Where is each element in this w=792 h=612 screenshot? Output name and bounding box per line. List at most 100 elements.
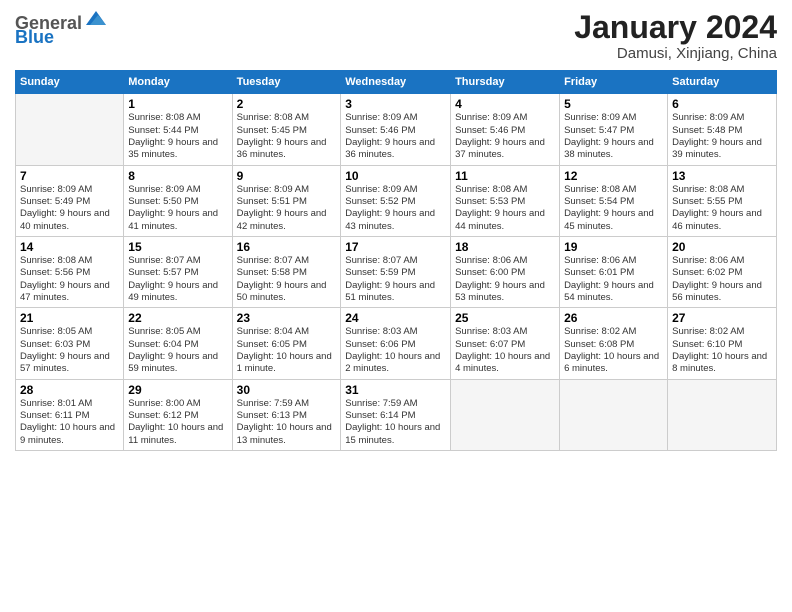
calendar-cell: 11Sunrise: 8:08 AM Sunset: 5:53 PM Dayli… bbox=[451, 165, 560, 236]
calendar-cell: 28Sunrise: 8:01 AM Sunset: 6:11 PM Dayli… bbox=[16, 379, 124, 450]
cell-content: Sunrise: 8:00 AM Sunset: 6:12 PM Dayligh… bbox=[128, 398, 227, 447]
calendar-cell: 22Sunrise: 8:05 AM Sunset: 6:04 PM Dayli… bbox=[124, 308, 232, 379]
calendar-cell: 4Sunrise: 8:09 AM Sunset: 5:46 PM Daylig… bbox=[451, 94, 560, 165]
cell-content: Sunrise: 8:05 AM Sunset: 6:04 PM Dayligh… bbox=[128, 326, 227, 375]
calendar-cell: 19Sunrise: 8:06 AM Sunset: 6:01 PM Dayli… bbox=[560, 236, 668, 307]
cell-content: Sunrise: 8:07 AM Sunset: 5:57 PM Dayligh… bbox=[128, 255, 227, 304]
day-number: 23 bbox=[237, 311, 337, 325]
cell-content: Sunrise: 8:06 AM Sunset: 6:00 PM Dayligh… bbox=[455, 255, 555, 304]
calendar-cell: 18Sunrise: 8:06 AM Sunset: 6:00 PM Dayli… bbox=[451, 236, 560, 307]
day-number: 1 bbox=[128, 97, 227, 111]
cell-content: Sunrise: 8:06 AM Sunset: 6:02 PM Dayligh… bbox=[672, 255, 772, 304]
main-title: January 2024 bbox=[574, 10, 777, 45]
calendar-cell: 9Sunrise: 8:09 AM Sunset: 5:51 PM Daylig… bbox=[232, 165, 341, 236]
calendar-cell bbox=[16, 94, 124, 165]
calendar-cell: 13Sunrise: 8:08 AM Sunset: 5:55 PM Dayli… bbox=[668, 165, 777, 236]
header: General Blue January 2024 Damusi, Xinjia… bbox=[15, 10, 777, 62]
day-number: 21 bbox=[20, 311, 119, 325]
day-number: 15 bbox=[128, 240, 227, 254]
calendar-cell bbox=[668, 379, 777, 450]
cell-content: Sunrise: 8:02 AM Sunset: 6:08 PM Dayligh… bbox=[564, 326, 663, 375]
day-number: 5 bbox=[564, 97, 663, 111]
calendar-cell: 21Sunrise: 8:05 AM Sunset: 6:03 PM Dayli… bbox=[16, 308, 124, 379]
day-number: 24 bbox=[345, 311, 446, 325]
day-number: 6 bbox=[672, 97, 772, 111]
day-header: Saturday bbox=[668, 71, 777, 94]
day-number: 31 bbox=[345, 383, 446, 397]
cell-content: Sunrise: 8:02 AM Sunset: 6:10 PM Dayligh… bbox=[672, 326, 772, 375]
subtitle: Damusi, Xinjiang, China bbox=[574, 45, 777, 62]
day-header: Wednesday bbox=[341, 71, 451, 94]
cell-content: Sunrise: 8:08 AM Sunset: 5:45 PM Dayligh… bbox=[237, 112, 337, 161]
cell-content: Sunrise: 8:05 AM Sunset: 6:03 PM Dayligh… bbox=[20, 326, 119, 375]
day-number: 8 bbox=[128, 169, 227, 183]
cell-content: Sunrise: 8:09 AM Sunset: 5:52 PM Dayligh… bbox=[345, 184, 446, 233]
day-number: 14 bbox=[20, 240, 119, 254]
cell-content: Sunrise: 8:09 AM Sunset: 5:49 PM Dayligh… bbox=[20, 184, 119, 233]
cell-content: Sunrise: 8:06 AM Sunset: 6:01 PM Dayligh… bbox=[564, 255, 663, 304]
calendar-cell: 27Sunrise: 8:02 AM Sunset: 6:10 PM Dayli… bbox=[668, 308, 777, 379]
day-number: 27 bbox=[672, 311, 772, 325]
day-number: 29 bbox=[128, 383, 227, 397]
day-number: 22 bbox=[128, 311, 227, 325]
day-number: 25 bbox=[455, 311, 555, 325]
logo-icon bbox=[84, 7, 108, 31]
cell-content: Sunrise: 8:07 AM Sunset: 5:59 PM Dayligh… bbox=[345, 255, 446, 304]
calendar-cell: 6Sunrise: 8:09 AM Sunset: 5:48 PM Daylig… bbox=[668, 94, 777, 165]
calendar-cell: 16Sunrise: 8:07 AM Sunset: 5:58 PM Dayli… bbox=[232, 236, 341, 307]
calendar-cell: 30Sunrise: 7:59 AM Sunset: 6:13 PM Dayli… bbox=[232, 379, 341, 450]
cell-content: Sunrise: 8:09 AM Sunset: 5:46 PM Dayligh… bbox=[455, 112, 555, 161]
cell-content: Sunrise: 8:07 AM Sunset: 5:58 PM Dayligh… bbox=[237, 255, 337, 304]
cell-content: Sunrise: 8:08 AM Sunset: 5:56 PM Dayligh… bbox=[20, 255, 119, 304]
day-header: Monday bbox=[124, 71, 232, 94]
cell-content: Sunrise: 8:09 AM Sunset: 5:50 PM Dayligh… bbox=[128, 184, 227, 233]
day-number: 2 bbox=[237, 97, 337, 111]
calendar-cell: 25Sunrise: 8:03 AM Sunset: 6:07 PM Dayli… bbox=[451, 308, 560, 379]
calendar-cell: 15Sunrise: 8:07 AM Sunset: 5:57 PM Dayli… bbox=[124, 236, 232, 307]
day-number: 20 bbox=[672, 240, 772, 254]
cell-content: Sunrise: 8:03 AM Sunset: 6:06 PM Dayligh… bbox=[345, 326, 446, 375]
cell-content: Sunrise: 7:59 AM Sunset: 6:13 PM Dayligh… bbox=[237, 398, 337, 447]
title-block: January 2024 Damusi, Xinjiang, China bbox=[574, 10, 777, 62]
calendar-cell: 8Sunrise: 8:09 AM Sunset: 5:50 PM Daylig… bbox=[124, 165, 232, 236]
day-number: 17 bbox=[345, 240, 446, 254]
day-header: Friday bbox=[560, 71, 668, 94]
day-number: 18 bbox=[455, 240, 555, 254]
cell-content: Sunrise: 8:01 AM Sunset: 6:11 PM Dayligh… bbox=[20, 398, 119, 447]
page: General Blue January 2024 Damusi, Xinjia… bbox=[0, 0, 792, 612]
calendar-cell: 12Sunrise: 8:08 AM Sunset: 5:54 PM Dayli… bbox=[560, 165, 668, 236]
calendar-cell: 29Sunrise: 8:00 AM Sunset: 6:12 PM Dayli… bbox=[124, 379, 232, 450]
calendar-cell bbox=[560, 379, 668, 450]
cell-content: Sunrise: 8:08 AM Sunset: 5:54 PM Dayligh… bbox=[564, 184, 663, 233]
cell-content: Sunrise: 8:09 AM Sunset: 5:48 PM Dayligh… bbox=[672, 112, 772, 161]
day-header: Thursday bbox=[451, 71, 560, 94]
day-number: 16 bbox=[237, 240, 337, 254]
calendar-cell: 10Sunrise: 8:09 AM Sunset: 5:52 PM Dayli… bbox=[341, 165, 451, 236]
day-number: 11 bbox=[455, 169, 555, 183]
calendar-cell: 31Sunrise: 7:59 AM Sunset: 6:14 PM Dayli… bbox=[341, 379, 451, 450]
day-number: 9 bbox=[237, 169, 337, 183]
day-number: 12 bbox=[564, 169, 663, 183]
cell-content: Sunrise: 8:04 AM Sunset: 6:05 PM Dayligh… bbox=[237, 326, 337, 375]
day-number: 3 bbox=[345, 97, 446, 111]
cell-content: Sunrise: 8:09 AM Sunset: 5:51 PM Dayligh… bbox=[237, 184, 337, 233]
calendar-cell: 2Sunrise: 8:08 AM Sunset: 5:45 PM Daylig… bbox=[232, 94, 341, 165]
logo-blue-text: Blue bbox=[15, 28, 54, 46]
calendar-cell bbox=[451, 379, 560, 450]
day-number: 28 bbox=[20, 383, 119, 397]
calendar-cell: 3Sunrise: 8:09 AM Sunset: 5:46 PM Daylig… bbox=[341, 94, 451, 165]
day-header: Sunday bbox=[16, 71, 124, 94]
calendar-cell: 1Sunrise: 8:08 AM Sunset: 5:44 PM Daylig… bbox=[124, 94, 232, 165]
cell-content: Sunrise: 8:08 AM Sunset: 5:44 PM Dayligh… bbox=[128, 112, 227, 161]
calendar-cell: 5Sunrise: 8:09 AM Sunset: 5:47 PM Daylig… bbox=[560, 94, 668, 165]
logo: General Blue bbox=[15, 14, 108, 46]
day-number: 19 bbox=[564, 240, 663, 254]
calendar-cell: 26Sunrise: 8:02 AM Sunset: 6:08 PM Dayli… bbox=[560, 308, 668, 379]
calendar-cell: 20Sunrise: 8:06 AM Sunset: 6:02 PM Dayli… bbox=[668, 236, 777, 307]
cell-content: Sunrise: 8:03 AM Sunset: 6:07 PM Dayligh… bbox=[455, 326, 555, 375]
day-header: Tuesday bbox=[232, 71, 341, 94]
day-number: 7 bbox=[20, 169, 119, 183]
day-number: 26 bbox=[564, 311, 663, 325]
cell-content: Sunrise: 8:09 AM Sunset: 5:46 PM Dayligh… bbox=[345, 112, 446, 161]
cell-content: Sunrise: 8:08 AM Sunset: 5:55 PM Dayligh… bbox=[672, 184, 772, 233]
